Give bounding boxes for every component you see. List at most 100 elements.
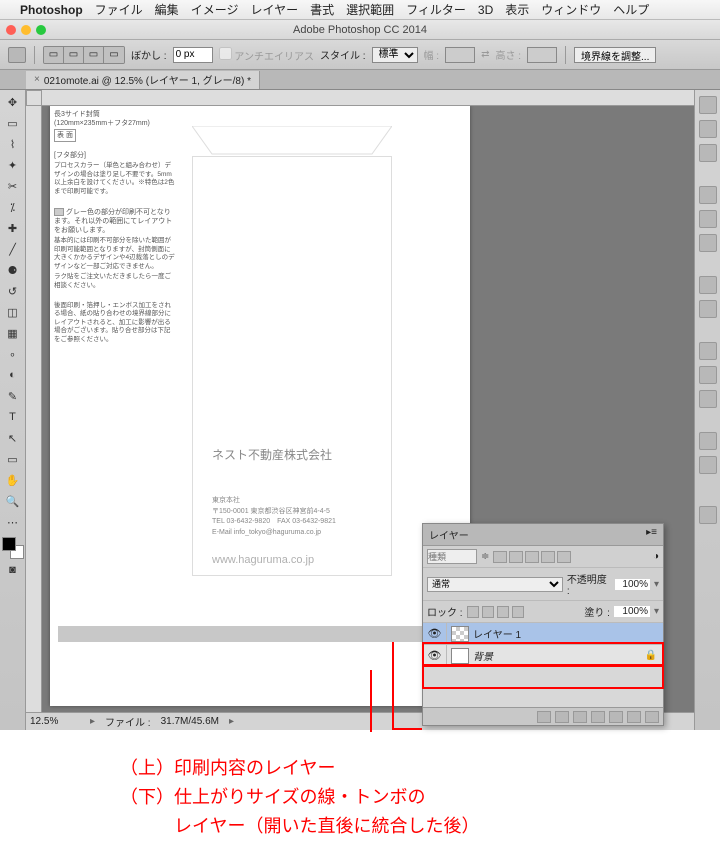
layer-name[interactable]: レイヤー 1 — [473, 626, 663, 641]
fg-color-icon[interactable] — [2, 537, 16, 551]
move-tool-icon[interactable]: ✥ — [2, 92, 24, 112]
feather-input[interactable] — [173, 47, 213, 63]
brush-tool-icon[interactable]: ╱ — [2, 239, 24, 259]
zoom-level[interactable]: 12.5% — [30, 716, 80, 727]
crop-tool-icon[interactable]: ✂ — [2, 176, 24, 196]
delete-layer-icon[interactable] — [645, 711, 659, 723]
menu-window[interactable]: ウィンドウ — [541, 1, 601, 18]
ruler-vertical[interactable] — [26, 106, 42, 712]
sel-intersect-icon[interactable]: ▭ — [104, 47, 124, 63]
filter-smart-icon[interactable] — [557, 551, 571, 563]
menu-image[interactable]: イメージ — [191, 1, 239, 18]
menu-edit[interactable]: 編集 — [155, 1, 179, 18]
menu-type[interactable]: 書式 — [310, 1, 334, 18]
panel-icon-8[interactable] — [699, 300, 717, 318]
close-button[interactable] — [6, 25, 16, 35]
antialias-checkbox[interactable]: アンチエイリアス — [219, 47, 314, 63]
blur-tool-icon[interactable]: ∘ — [2, 344, 24, 364]
opacity-input[interactable]: 100% — [615, 579, 650, 590]
panel-icon-4[interactable] — [699, 186, 717, 204]
healing-tool-icon[interactable]: ✚ — [2, 218, 24, 238]
lock-position-icon[interactable] — [497, 606, 509, 618]
panel-icon-10[interactable] — [699, 366, 717, 384]
filter-shape-icon[interactable] — [541, 551, 555, 563]
tab-close-icon[interactable]: × — [34, 74, 40, 85]
edit-toolbar-icon[interactable]: ⋯ — [2, 512, 24, 532]
lock-all-icon[interactable] — [512, 606, 524, 618]
group-icon[interactable] — [609, 711, 623, 723]
filter-pixel-icon[interactable] — [493, 551, 507, 563]
menu-layer[interactable]: レイヤー — [250, 1, 298, 18]
sel-new-icon[interactable]: ▭ — [44, 47, 64, 63]
panel-icon-5[interactable] — [699, 210, 717, 228]
menu-filter[interactable]: フィルター — [406, 1, 466, 18]
ruler-horizontal[interactable] — [42, 90, 694, 106]
dodge-tool-icon[interactable]: ◐ — [2, 365, 24, 385]
type-tool-icon[interactable]: T — [2, 407, 24, 427]
visibility-icon[interactable]: 👁 — [423, 623, 447, 644]
fx-icon[interactable] — [555, 711, 569, 723]
panel-icon-14[interactable] — [699, 506, 717, 524]
eraser-tool-icon[interactable]: ◫ — [2, 302, 24, 322]
swap-icon[interactable]: ⇄ — [481, 49, 489, 60]
tool-preset-icon[interactable] — [8, 47, 26, 63]
lasso-tool-icon[interactable]: ⌇ — [2, 134, 24, 154]
mask-icon[interactable] — [573, 711, 587, 723]
menu-help[interactable]: ヘルプ — [613, 1, 649, 18]
height-input[interactable] — [527, 47, 557, 63]
panel-icon-11[interactable] — [699, 390, 717, 408]
panel-icon-1[interactable] — [699, 96, 717, 114]
panel-icon-2[interactable] — [699, 120, 717, 138]
blend-mode-select[interactable]: 通常 — [427, 577, 563, 592]
layer-name[interactable]: 背景 — [473, 648, 645, 663]
menu-file[interactable]: ファイル — [95, 1, 143, 18]
filter-adjust-icon[interactable] — [509, 551, 523, 563]
gradient-tool-icon[interactable]: ▦ — [2, 323, 24, 343]
status-arrow-icon[interactable]: ▸ — [90, 716, 95, 727]
hand-tool-icon[interactable]: ✋ — [2, 470, 24, 490]
quickmask-icon[interactable]: ◙ — [2, 560, 24, 580]
layer-thumbnail[interactable] — [451, 626, 469, 642]
style-select[interactable]: 標準 — [372, 47, 418, 63]
document-tab[interactable]: × 021omote.ai @ 12.5% (レイヤー 1, グレー/8) * — [26, 71, 260, 89]
marquee-tool-icon[interactable]: ▭ — [2, 113, 24, 133]
wand-tool-icon[interactable]: ✦ — [2, 155, 24, 175]
menu-select[interactable]: 選択範囲 — [346, 1, 394, 18]
panel-menu-icon[interactable]: ▸≡ — [646, 527, 657, 542]
layer-filter-input[interactable] — [427, 549, 477, 564]
zoom-button[interactable] — [36, 25, 46, 35]
layer-row[interactable]: 👁 レイヤー 1 — [423, 623, 663, 645]
stamp-tool-icon[interactable]: ⚈ — [2, 260, 24, 280]
layers-panel-tab[interactable]: レイヤー▸≡ — [423, 524, 663, 546]
sel-sub-icon[interactable]: ▭ — [84, 47, 104, 63]
shape-tool-icon[interactable]: ▭ — [2, 449, 24, 469]
minimize-button[interactable] — [21, 25, 31, 35]
menu-view[interactable]: 表示 — [505, 1, 529, 18]
filter-type-icon[interactable] — [525, 551, 539, 563]
pen-tool-icon[interactable]: ✎ — [2, 386, 24, 406]
menu-app[interactable]: Photoshop — [20, 3, 83, 17]
lock-transparent-icon[interactable] — [467, 606, 479, 618]
panel-icon-6[interactable] — [699, 234, 717, 252]
new-layer-icon[interactable] — [627, 711, 641, 723]
panel-icon-13[interactable] — [699, 456, 717, 474]
menu-3d[interactable]: 3D — [478, 3, 493, 17]
width-input[interactable] — [445, 47, 475, 63]
status-menu-icon[interactable]: ▸ — [229, 716, 234, 727]
panel-icon-7[interactable] — [699, 276, 717, 294]
visibility-icon[interactable]: 👁 — [423, 645, 447, 666]
panel-icon-3[interactable] — [699, 144, 717, 162]
layer-thumbnail[interactable] — [451, 648, 469, 664]
color-swatches[interactable] — [2, 537, 24, 559]
link-layers-icon[interactable] — [537, 711, 551, 723]
history-brush-tool-icon[interactable]: ↺ — [2, 281, 24, 301]
ruler-origin[interactable] — [26, 90, 42, 106]
refine-edge-button[interactable]: 境界線を調整... — [574, 47, 656, 63]
panel-icon-12[interactable] — [699, 432, 717, 450]
zoom-tool-icon[interactable]: 🔍 — [2, 491, 24, 511]
lock-pixels-icon[interactable] — [482, 606, 494, 618]
fill-input[interactable]: 100% — [614, 606, 650, 617]
panel-icon-9[interactable] — [699, 342, 717, 360]
filter-toggle-icon[interactable]: ◑ — [653, 551, 659, 562]
adjustment-icon[interactable] — [591, 711, 605, 723]
